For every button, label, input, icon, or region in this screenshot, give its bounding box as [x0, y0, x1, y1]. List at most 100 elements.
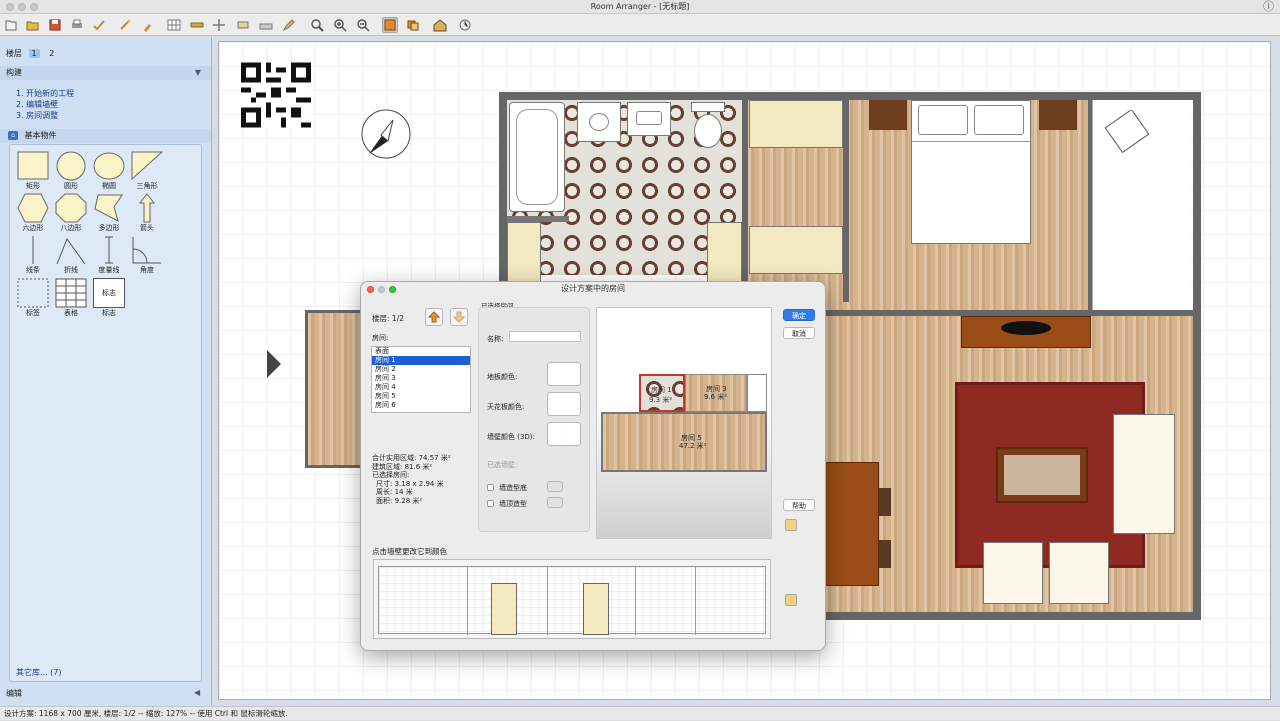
tv-stand-icon[interactable] [961, 316, 1091, 348]
shape-arrow[interactable]: 箭头 [130, 193, 164, 241]
wardrobe-icon[interactable] [749, 100, 843, 148]
print-icon[interactable] [69, 17, 85, 33]
wall-base-swatch[interactable] [547, 481, 563, 492]
chair-icon[interactable] [879, 488, 891, 516]
door-icon[interactable] [491, 583, 517, 635]
sink-icon[interactable] [627, 102, 671, 136]
list-item-selected[interactable]: 房间 1 [372, 356, 470, 365]
rooms-list[interactable]: 表面 房间 1 房间 2 房间 3 房间 4 房间 5 房间 6 [371, 346, 471, 413]
wall-base-checkbox[interactable] [487, 484, 494, 491]
open-folder-icon[interactable] [25, 17, 41, 33]
armchair-icon[interactable] [983, 542, 1043, 604]
step-adjust-rooms[interactable]: 3. 房间调整 [16, 110, 74, 121]
floor-color-swatch[interactable] [547, 362, 581, 386]
list-item[interactable]: 房间 3 [372, 374, 470, 383]
shape-ellipse[interactable]: 椭圆 [92, 151, 126, 199]
build-section-header[interactable]: 构建 ▼ [0, 66, 211, 80]
list-item[interactable]: 表面 [372, 347, 470, 356]
other-libraries-link[interactable]: 其它库... (7) [16, 667, 62, 678]
wardrobe-icon[interactable] [749, 226, 843, 274]
dialog-close-button[interactable] [367, 286, 374, 293]
help-button[interactable]: 帮助 [783, 499, 815, 511]
shape-octagon[interactable]: 八边形 [54, 193, 88, 241]
wall-top-checkbox[interactable] [487, 500, 494, 507]
wall-strip[interactable] [373, 559, 771, 639]
library-header[interactable]: ⌂ 基本物件 [0, 129, 211, 143]
dining-table-icon[interactable] [825, 462, 879, 586]
ceiling-color-swatch[interactable] [547, 392, 581, 416]
wall[interactable] [499, 92, 1201, 100]
list-item[interactable]: 房间 4 [372, 383, 470, 392]
save-preview-icon[interactable] [785, 519, 797, 531]
preview-balcony[interactable] [747, 374, 767, 412]
new-file-icon[interactable] [3, 17, 19, 33]
cabinet-icon[interactable] [707, 222, 742, 282]
minimize-window-button[interactable] [18, 3, 26, 11]
brush-icon[interactable] [140, 17, 156, 33]
shape-label-box[interactable]: 标签 [16, 278, 50, 326]
ruler-icon[interactable] [189, 17, 205, 33]
toilet-icon[interactable] [691, 102, 725, 152]
ok-button[interactable]: 确定 [783, 309, 815, 321]
step-edit-walls[interactable]: 2. 编辑墙壁 [16, 99, 74, 110]
3d-rotate-icon[interactable] [457, 17, 473, 33]
armchair-icon[interactable] [1049, 542, 1109, 604]
save-wall-icon[interactable] [785, 594, 797, 606]
side-room-floor[interactable] [305, 310, 365, 468]
wall-top-swatch[interactable] [547, 497, 563, 508]
coffee-table-icon[interactable] [996, 447, 1088, 503]
bathtub-icon[interactable] [509, 102, 565, 212]
shape-polyline[interactable]: 折线 [54, 235, 88, 283]
floor-tab-2[interactable]: 2 [46, 49, 57, 58]
nightstand-icon[interactable] [1039, 100, 1077, 130]
chair-icon[interactable] [1103, 110, 1153, 156]
room-name-input[interactable] [509, 331, 581, 342]
preview-room-1[interactable]: 房间 1 9.3 米² [639, 374, 685, 412]
cancel-button[interactable]: 取消 [783, 327, 815, 339]
wall[interactable] [1193, 92, 1201, 620]
view-2d-icon[interactable] [382, 17, 398, 33]
shape-triangle[interactable]: 三角形 [130, 151, 164, 199]
nightstand-icon[interactable] [869, 100, 907, 130]
floor-tab-1[interactable]: 1 [28, 49, 40, 58]
shape-hexagon[interactable]: 六边形 [16, 193, 50, 241]
list-item[interactable]: 房间 2 [372, 365, 470, 374]
info-icon[interactable]: ⓘ [1263, 0, 1274, 14]
zoom-fit-icon[interactable] [309, 17, 325, 33]
door-icon[interactable] [583, 583, 609, 635]
bed-icon[interactable] [911, 100, 1031, 244]
shape-angle[interactable]: 角度 [130, 235, 164, 283]
shape-dimension-line[interactable]: 度量线 [92, 235, 126, 283]
preview-room-3[interactable]: 房间 3 9.6 米² [685, 374, 747, 412]
shape-rectangle[interactable]: 矩形 [16, 151, 50, 199]
dialog-zoom-button[interactable] [389, 286, 396, 293]
step-new-project[interactable]: 1. 开始新的工程 [16, 88, 74, 99]
check-icon[interactable] [91, 17, 107, 33]
close-window-button[interactable] [6, 3, 14, 11]
zoom-in-icon[interactable] [332, 17, 348, 33]
wall-elevation[interactable] [378, 566, 766, 635]
list-item[interactable]: 房间 5 [372, 392, 470, 401]
grid-icon[interactable] [166, 17, 182, 33]
shape-line[interactable]: 线条 [16, 235, 50, 283]
floor-down-button[interactable] [450, 308, 468, 326]
wall[interactable] [499, 92, 507, 302]
furniture-icon[interactable] [235, 17, 251, 33]
expand-icon[interactable]: ◀ [194, 688, 200, 697]
room-preview[interactable]: 房间 1 9.3 米² 房间 3 9.6 米² 房间 5 47.2 米² [596, 307, 772, 539]
wall[interactable] [825, 612, 1201, 620]
sofa-icon[interactable] [1113, 414, 1175, 534]
floor-up-button[interactable] [425, 308, 443, 326]
play-arrow-icon[interactable] [265, 348, 283, 380]
pencil-icon[interactable] [281, 17, 297, 33]
preview-room-5[interactable]: 房间 5 47.2 米² [601, 412, 767, 472]
shape-sign[interactable]: 标志 标志 [92, 278, 126, 326]
collapse-icon[interactable]: ▼ [195, 66, 201, 80]
sofa-icon[interactable] [258, 17, 274, 33]
chair-icon[interactable] [879, 540, 891, 568]
dialog-minimize-button[interactable] [378, 286, 385, 293]
3d-house-icon[interactable] [432, 17, 448, 33]
zoom-out-icon[interactable] [355, 17, 371, 33]
zoom-window-button[interactable] [30, 3, 38, 11]
move-icon[interactable] [211, 17, 227, 33]
